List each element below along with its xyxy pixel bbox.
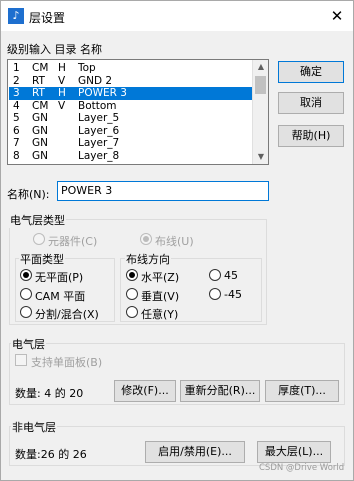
scroll-thumb[interactable]: [255, 76, 266, 94]
layer-row-type: GN: [32, 112, 48, 124]
plane-cam-radio[interactable]: [20, 288, 32, 300]
layer-row-flag: H: [58, 87, 66, 99]
layer-row[interactable]: 8 GN Layer_8: [9, 150, 253, 163]
layer-row-type: GN: [32, 124, 48, 137]
direction-any-radio[interactable]: [126, 306, 138, 318]
layer-app-icon: ♪: [8, 8, 24, 24]
layer-row-num: 1: [13, 62, 20, 74]
layer-row-name: Layer_6: [78, 124, 120, 137]
plane-type-title: 平面类型: [19, 251, 65, 267]
layer-row[interactable]: 7 GN Layer_7: [9, 137, 253, 150]
layer-row-flag: V: [58, 99, 66, 112]
layer-row-num: 3: [13, 87, 20, 99]
routing-label: 布线(U): [155, 235, 194, 248]
scroll-up-icon[interactable]: ▲: [253, 60, 268, 74]
layer-row-name: Layer_8: [78, 149, 120, 162]
ok-button[interactable]: 确定: [278, 61, 344, 83]
layer-row-type: RT: [32, 87, 45, 99]
watermark-text: CSDN @Drive World: [259, 463, 345, 473]
window-title: 层设置: [29, 11, 66, 25]
routing-radio: [140, 233, 152, 245]
layer-row[interactable]: 1 CM H Top: [9, 62, 253, 75]
plane-none-radio[interactable]: [20, 269, 32, 281]
layer-row-name: GND 2: [78, 74, 113, 87]
scroll-down-icon[interactable]: ▼: [253, 150, 268, 164]
layer-settings-dialog: ♪ 层设置 ✕ 级别输入 目录 名称 1 CM H Top 2 RT V GND 2 3 RT H P…: [0, 0, 354, 481]
plane-split-label: 分割/混合(X): [35, 308, 99, 321]
layer-row-num: 7: [13, 137, 20, 149]
direction-any-label: 任意(Y): [141, 308, 179, 321]
name-input[interactable]: POWER 3: [57, 181, 269, 201]
max-layers-button[interactable]: 最大层(L)...: [257, 441, 331, 463]
direction-45-label: 45: [224, 269, 238, 282]
non-electrical-layer-count: 数量:26 的 26: [15, 448, 87, 461]
electrical-layer-type-title: 电气层类型: [9, 212, 66, 228]
plane-cam-label: CAM 平面: [35, 290, 86, 303]
list-header: 级别输入 目录 名称: [7, 43, 102, 56]
routing-direction-title: 布线方向: [125, 251, 171, 267]
reassign-button[interactable]: 重新分配(R)...: [180, 380, 260, 402]
enable-disable-button[interactable]: 启用/禁用(E)...: [145, 441, 245, 463]
layer-row-flag: V: [58, 74, 66, 87]
component-radio: [33, 233, 45, 245]
layer-row-num: 6: [13, 124, 20, 137]
thickness-button[interactable]: 厚度(T)...: [265, 380, 339, 402]
layer-row-type: GN: [32, 149, 48, 162]
direction-45-radio[interactable]: [209, 269, 221, 281]
layer-row-name: Layer_5: [78, 112, 120, 124]
electrical-layer-count: 数量: 4 的 20: [15, 387, 84, 400]
direction-horizontal-label: 水平(Z): [141, 271, 180, 284]
layer-row[interactable]: 5 GN Layer_5: [9, 112, 253, 125]
cancel-button[interactable]: 取消: [278, 92, 344, 114]
direction-vertical-radio[interactable]: [126, 288, 138, 300]
layer-row-num: 8: [13, 149, 20, 162]
help-button[interactable]: 帮助(H): [278, 125, 344, 147]
single-sided-checkbox: [15, 354, 27, 366]
modify-button[interactable]: 修改(F)...: [114, 380, 176, 402]
layer-row[interactable]: 6 GN Layer_6: [9, 125, 253, 138]
single-sided-label: 支持单面板(B): [31, 356, 103, 369]
direction-horizontal-radio[interactable]: [126, 269, 138, 281]
layer-row-name: Bottom: [78, 99, 117, 112]
direction-minus45-label: -45: [224, 288, 242, 301]
layer-row-type: CM: [32, 99, 49, 112]
layer-row[interactable]: 3 RT H POWER 3: [9, 87, 253, 100]
close-icon[interactable]: ✕: [327, 6, 347, 26]
layer-row-num: 2: [13, 74, 20, 87]
direction-minus45-radio[interactable]: [209, 288, 221, 300]
layer-row-num: 4: [13, 99, 20, 112]
electrical-layers-title: 电气层: [11, 336, 46, 352]
list-scrollbar[interactable]: ▲ ▼: [252, 60, 268, 164]
title-bar: ♪ 层设置 ✕: [1, 1, 353, 31]
layer-row-type: RT: [32, 74, 45, 87]
plane-split-radio[interactable]: [20, 306, 32, 318]
layer-row[interactable]: 4 CM V Bottom: [9, 100, 253, 113]
layer-row-num: 5: [13, 112, 20, 124]
layer-row-flag: H: [58, 62, 66, 74]
layer-row-name: Top: [78, 62, 96, 74]
layer-row-name: Layer_7: [78, 137, 120, 149]
non-electrical-layers-title: 非电气层: [11, 419, 57, 435]
plane-none-label: 无平面(P): [35, 271, 84, 284]
layer-row-type: CM: [32, 62, 49, 74]
name-label: 名称(N):: [7, 188, 50, 201]
layer-row-type: GN: [32, 137, 48, 149]
layer-list[interactable]: 1 CM H Top 2 RT V GND 2 3 RT H POWER 3 4 CM V Bottom 5 GN…: [7, 59, 269, 165]
layer-row[interactable]: 2 RT V GND 2: [9, 75, 253, 88]
component-label: 元器件(C): [48, 235, 98, 248]
direction-vertical-label: 垂直(V): [141, 290, 180, 303]
layer-row-name: POWER 3: [78, 87, 127, 99]
